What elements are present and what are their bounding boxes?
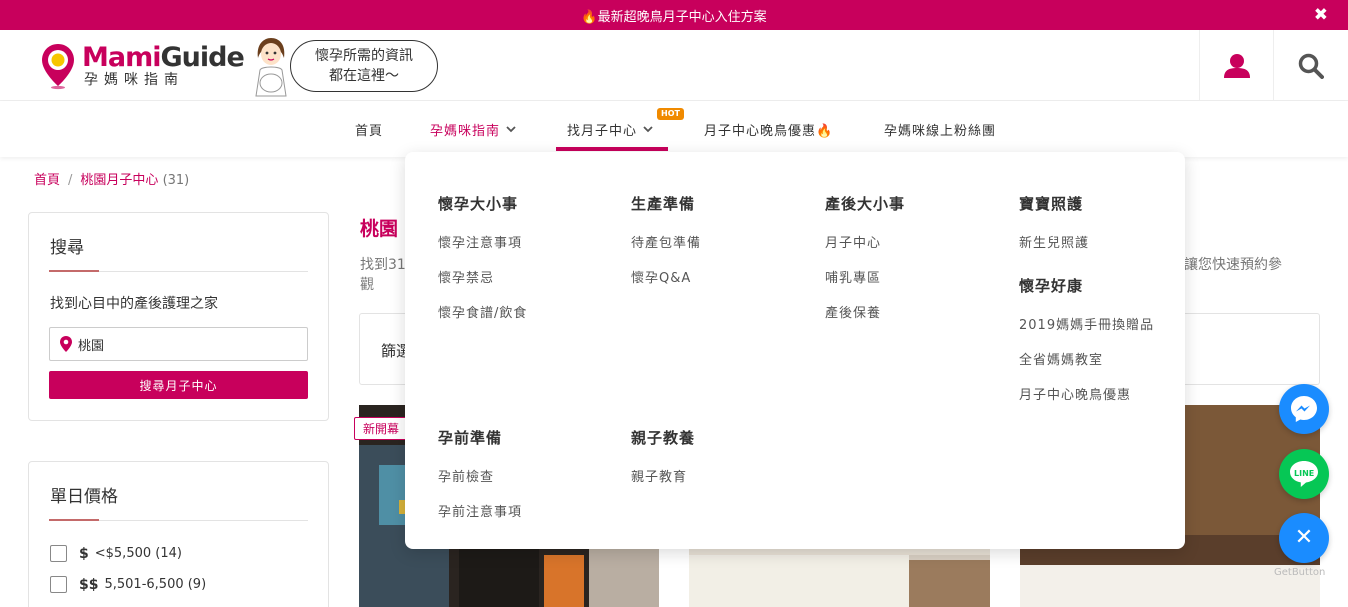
price-symbol: $$ [79,576,99,593]
breadcrumb-count: (31) [162,173,190,188]
line-label: LINE [1294,469,1315,478]
location-pin-icon [60,336,72,352]
breadcrumb: 首頁 / 桃園月子中心 (31) [34,169,189,188]
menu-link[interactable]: 2019媽媽手冊換贈品 [1019,314,1154,333]
tagline-bubble: 懷孕所需的資訊 都在這裡～ [290,40,438,92]
search-button[interactable] [1273,30,1347,101]
promo-close-icon[interactable]: ✖ [1314,5,1328,25]
getbutton-credit[interactable]: GetButton [1274,567,1325,578]
menu-link[interactable]: 懷孕食譜/飲食 [438,302,527,321]
results-description-cont: 觀 [360,277,374,293]
results-title: 桃園 [360,218,399,240]
menu-link[interactable]: 親子教育 [631,466,687,485]
location-input[interactable] [78,336,278,352]
price-panel: 單日價格 $ <$5,500 (14) $$ 5,501-6,500 (9) [28,461,329,607]
map-pin-logo-icon [42,44,74,90]
menu-group-title: 寶寶照護 [1019,195,1084,213]
nav-label: 孕媽咪線上粉絲團 [884,123,997,139]
price-checkbox[interactable] [50,545,67,562]
nav-label: 孕媽咪指南 [430,123,501,139]
site-header: MamiGuide 孕媽咪指南 懷孕所需的資訊 都在這裡～ [0,30,1348,101]
chevron-down-icon [643,126,653,133]
menu-group-title: 親子教養 [631,429,696,447]
menu-group-title: 產後大小事 [825,195,906,213]
nav-item-mami-guide[interactable]: 孕媽咪指南 [430,101,516,157]
nav-item-home[interactable]: 首頁 [355,101,383,157]
nav-label: 首頁 [355,123,384,139]
user-icon [1223,53,1250,78]
logo-mami: Mami [82,42,161,73]
price-symbol: $ [79,545,89,562]
menu-link[interactable]: 懷孕Q&A [631,267,691,286]
menu-group-title: 懷孕好康 [1019,277,1084,295]
logo[interactable]: MamiGuide 孕媽咪指南 [40,42,245,90]
hot-badge: HOT [657,108,684,120]
nav-label: 找月子中心 [567,123,638,139]
price-option[interactable]: $$ 5,501-6,500 (9) [50,576,206,593]
menu-link[interactable]: 產後保養 [825,302,881,321]
logo-text: MamiGuide 孕媽咪指南 [82,42,245,89]
menu-link[interactable]: 孕前注意事項 [438,501,522,520]
mascot-illustration [255,38,287,97]
logo-wordmark: MamiGuide [82,42,245,73]
new-opening-badge: 新開幕 [354,417,409,440]
search-center-button[interactable]: 搜尋月子中心 [49,371,308,399]
search-panel-title: 搜尋 [50,238,84,258]
tagline-line1: 懷孕所需的資訊 [315,48,413,64]
logo-guide: Guide [160,42,244,73]
mega-menu-dropdown: 懷孕大小事 懷孕注意事項 懷孕禁忌 懷孕食譜/飲食 生產準備 待產包準備 懷孕Q… [405,152,1185,549]
menu-link[interactable]: 懷孕注意事項 [438,232,522,251]
nav-active-underline [556,147,668,151]
user-account-button[interactable] [1199,30,1273,101]
search-icon [1298,53,1324,79]
menu-link[interactable]: 哺乳專區 [825,267,881,286]
menu-group-title: 孕前準備 [438,429,503,447]
price-panel-title: 單日價格 [50,487,118,507]
breadcrumb-current[interactable]: 桃園月子中心 [80,173,158,188]
search-panel-subtitle: 找到心目中的產後護理之家 [50,296,218,312]
results-description: 找到31 [360,257,406,273]
search-panel: 搜尋 找到心目中的產後護理之家 搜尋月子中心 [28,212,329,421]
menu-link[interactable]: 懷孕禁忌 [438,267,494,286]
line-button[interactable]: LINE [1279,449,1329,499]
floating-close-button[interactable]: ✕ [1279,513,1329,563]
promo-text[interactable]: 🔥最新超晚鳥月子中心入住方案 [581,6,766,25]
menu-link[interactable]: 孕前檢查 [438,466,494,485]
price-option[interactable]: $ <$5,500 (14) [50,545,182,562]
messenger-button[interactable] [1279,384,1329,434]
price-checkbox[interactable] [50,576,67,593]
logo-subtitle: 孕媽咪指南 [84,72,184,88]
price-label: <$5,500 (14) [94,546,182,561]
menu-link[interactable]: 待產包準備 [631,232,701,251]
breadcrumb-separator: / [68,173,73,188]
nav-label: 月子中心晚鳥優惠🔥 [704,123,834,139]
chevron-down-icon [506,126,516,133]
location-field[interactable] [49,327,308,361]
menu-link[interactable]: 新生兒照護 [1019,232,1089,251]
panel-divider-accent [49,270,99,272]
panel-divider-accent [49,519,99,521]
breadcrumb-home[interactable]: 首頁 [34,173,60,188]
nav-item-early-bird[interactable]: 月子中心晚鳥優惠🔥 [704,101,833,157]
menu-group-title: 懷孕大小事 [438,195,519,213]
messenger-icon [1291,396,1317,422]
results-description-right: 秒讓您快速預約參 [1170,257,1282,273]
close-icon: ✕ [1294,525,1314,550]
menu-link[interactable]: 全省媽媽教室 [1019,349,1103,368]
nav-item-fan-group[interactable]: 孕媽咪線上粉絲團 [884,101,996,157]
promo-bar[interactable]: 🔥最新超晚鳥月子中心入住方案 ✖ [0,0,1348,30]
tagline-line2: 都在這裡～ [329,68,399,84]
menu-link[interactable]: 月子中心晚鳥優惠 [1019,384,1131,403]
price-label: 5,501-6,500 (9) [104,577,207,592]
menu-link[interactable]: 月子中心 [825,232,881,251]
menu-group-title: 生產準備 [631,195,696,213]
